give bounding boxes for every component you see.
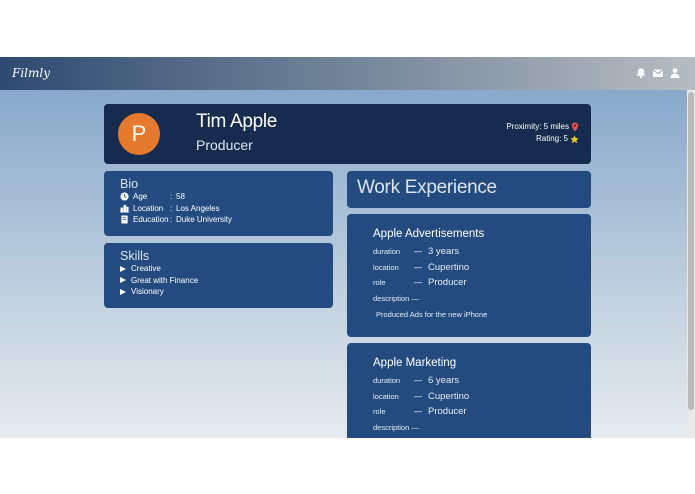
job-value: Cupertino — [428, 390, 470, 402]
bio-title: Bio — [120, 177, 139, 191]
work-experience-header: Work Experience — [347, 171, 591, 208]
job-value: Producer — [428, 406, 467, 418]
bio-card: Bio Age : 58 Location : Los Angeles Educ… — [104, 171, 333, 236]
star-icon — [570, 134, 579, 143]
bio-value: Duke University — [176, 215, 233, 225]
book-icon — [121, 215, 128, 224]
job-dash: — — [414, 247, 422, 257]
job-key: role — [373, 407, 386, 417]
profile-card: P Tim Apple Producer Proximity: 5 miles … — [104, 104, 591, 164]
job-duration-row: duration — 3 years — [373, 244, 565, 260]
job-value: Cupertino — [428, 261, 470, 273]
clock-icon — [120, 192, 129, 201]
app-viewport: Filmly P Tim Apple Producer Proximity: 5… — [0, 57, 695, 438]
skill-item: Great with Finance — [120, 275, 317, 287]
bio-label: Age — [133, 192, 148, 202]
rating-text: Rating: 5 — [535, 134, 568, 143]
bell-icon[interactable] — [635, 67, 647, 79]
bio-row-age: Age : 58 — [120, 191, 317, 203]
job-dash: — — [414, 376, 422, 386]
job-key: location — [373, 262, 399, 272]
skills-card: Skills Creative Great with Finance Visio… — [104, 243, 333, 308]
job-role-row: role — Producer — [373, 275, 565, 291]
caret-right-icon — [120, 277, 126, 284]
skill-item: Visionary — [120, 286, 317, 298]
profile-meta: Proximity: 5 miles Rating: 5 — [506, 121, 579, 145]
profile-name: Tim Apple — [196, 111, 278, 132]
job-key: location — [373, 391, 399, 401]
navbar: Filmly — [0, 57, 695, 90]
brand-logo[interactable]: Filmly — [12, 66, 50, 80]
job-value: 3 years — [428, 246, 460, 258]
job-key: role — [373, 278, 386, 288]
user-icon[interactable] — [669, 67, 681, 79]
city-icon — [120, 204, 129, 213]
job-duration-row: duration — 6 years — [373, 373, 565, 389]
bio-value: 58 — [176, 192, 185, 202]
map-pin-icon — [571, 122, 579, 132]
job-title: Apple Advertisements — [373, 228, 485, 240]
job-role-row: role — Producer — [373, 404, 565, 420]
job-dash: — — [414, 407, 422, 417]
job-value: 6 years — [428, 375, 460, 387]
scrollbar-thumb[interactable] — [688, 92, 694, 410]
avatar[interactable]: P — [118, 113, 160, 155]
caret-right-icon — [120, 288, 126, 295]
job-key: duration — [373, 376, 401, 386]
job-description-row: description — — [373, 420, 565, 436]
bio-label: Education — [133, 215, 169, 225]
job-key: duration — [373, 247, 401, 257]
job-dash: — — [414, 391, 422, 401]
skill-item: Creative — [120, 263, 317, 275]
skill-label: Great with Finance — [131, 275, 199, 285]
bio-label: Location — [133, 203, 164, 213]
job-location-row: location — Cupertino — [373, 389, 565, 405]
skills-title: Skills — [120, 249, 150, 263]
bio-row-location: Location : Los Angeles — [120, 203, 317, 215]
job-key: description — — [373, 293, 419, 303]
job-dash: — — [414, 278, 422, 288]
job-location-row: location — Cupertino — [373, 260, 565, 276]
job-title: Apple Marketing — [373, 357, 457, 369]
job-dash: — — [414, 262, 422, 272]
job-value: Producer — [428, 277, 467, 289]
envelope-icon[interactable] — [652, 67, 664, 79]
skill-label: Creative — [131, 264, 161, 274]
scrollbar[interactable] — [687, 90, 695, 438]
job-key: description — — [373, 422, 419, 432]
caret-right-icon — [120, 265, 126, 272]
job-card: Apple Marketing duration — 6 years locat… — [347, 343, 591, 438]
job-description: Produced Ads for the new iPhone — [376, 310, 488, 319]
proximity-text: Proximity: 5 miles — [506, 122, 569, 131]
bio-row-education: Education : Duke University — [120, 214, 317, 226]
bio-value: Los Angeles — [176, 203, 220, 213]
work-experience-title: Work Experience — [357, 177, 497, 198]
avatar-letter: P — [131, 121, 147, 146]
skill-label: Visionary — [131, 287, 164, 297]
profile-role: Producer — [196, 137, 253, 153]
job-description-row: description — — [373, 291, 565, 307]
job-card: Apple Advertisements duration — 3 years … — [347, 214, 591, 337]
